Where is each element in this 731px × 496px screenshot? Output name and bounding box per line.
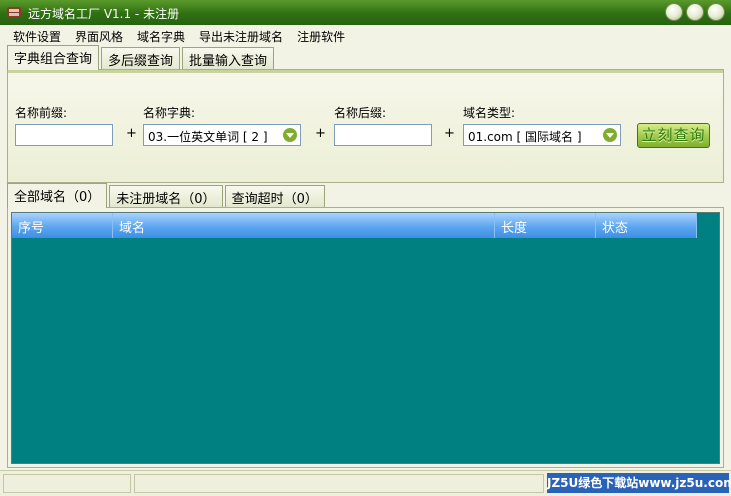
tab-all-domains[interactable]: 全部域名（0） [7, 183, 108, 208]
plus-sign: + [315, 126, 326, 141]
menu-dictionary[interactable]: 域名字典 [130, 28, 192, 45]
tab-batch-input[interactable]: 批量输入查询 [182, 47, 275, 69]
menu-settings[interactable]: 软件设置 [6, 28, 68, 45]
tab-multi-suffix[interactable]: 多后缀查询 [101, 47, 181, 69]
dict-select[interactable]: 03.一位英文单词 [ 2 ] [143, 124, 301, 146]
col-index[interactable]: 序号 [12, 213, 113, 238]
tab-timeout[interactable]: 查询超时（0） [224, 185, 325, 207]
status-cell [134, 474, 544, 493]
plus-sign: + [444, 126, 455, 141]
col-domain[interactable]: 域名 [113, 213, 495, 238]
watermark: JZ5U绿色下载站www.jz5u.com [547, 473, 731, 493]
status-cell [3, 474, 131, 493]
prefix-input[interactable] [15, 124, 113, 146]
minimize-button[interactable] [665, 3, 683, 21]
domain-table[interactable]: 序号 域名 长度 状态 [11, 212, 720, 464]
query-now-button[interactable]: 立刻查询 [637, 123, 710, 148]
menu-register[interactable]: 注册软件 [290, 28, 352, 45]
prefix-label: 名称前缀: [15, 106, 68, 120]
title-bar: 远方域名工厂 V1.1 - 未注册 [0, 0, 731, 25]
window-title: 远方域名工厂 V1.1 - 未注册 [28, 7, 180, 21]
col-length[interactable]: 长度 [495, 213, 596, 238]
dict-value: 03.一位英文单词 [ 2 ] [148, 130, 268, 144]
menu-bar: 软件设置 界面风格 域名字典 导出未注册域名 注册软件 [0, 25, 731, 47]
suffix-input[interactable] [334, 124, 432, 146]
type-label: 域名类型: [463, 106, 516, 120]
table-header: 序号 域名 长度 状态 [12, 213, 697, 238]
suffix-label: 名称后缀: [334, 106, 387, 120]
type-value: 01.com [ 国际域名 ] [468, 130, 582, 144]
result-tabs: 全部域名（0） 未注册域名（0） 查询超时（0） [7, 183, 327, 208]
dropdown-arrow-icon[interactable] [282, 127, 298, 143]
panel-stripe [8, 70, 723, 73]
maximize-button[interactable] [686, 3, 704, 21]
type-select[interactable]: 01.com [ 国际域名 ] [463, 124, 621, 146]
col-status[interactable]: 状态 [596, 213, 697, 238]
menu-skin[interactable]: 界面风格 [68, 28, 130, 45]
close-button[interactable] [707, 3, 725, 21]
app-icon [7, 7, 21, 18]
dropdown-arrow-icon[interactable] [602, 127, 618, 143]
tab-unregistered[interactable]: 未注册域名（0） [109, 185, 223, 207]
plus-sign: + [126, 126, 137, 141]
dict-label: 名称字典: [143, 106, 196, 120]
query-tabs: 字典组合查询 多后缀查询 批量输入查询 [7, 45, 276, 70]
tab-dict-combo[interactable]: 字典组合查询 [7, 45, 100, 70]
menu-export[interactable]: 导出未注册域名 [192, 28, 290, 45]
window-controls [665, 3, 725, 21]
